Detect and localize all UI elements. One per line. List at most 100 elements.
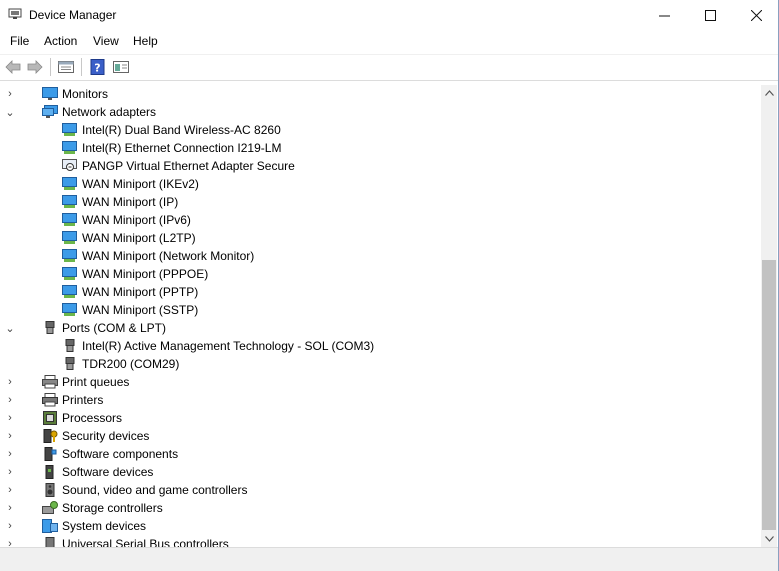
tree-item-label: TDR200 (COM29)	[82, 357, 180, 371]
monitor-icon	[42, 87, 58, 100]
tree-item-label: WAN Miniport (L2TP)	[82, 231, 196, 245]
network-adapter-icon	[62, 249, 77, 262]
menu-help[interactable]: Help	[133, 34, 158, 48]
help-icon[interactable]: ?	[89, 59, 107, 75]
vertical-scrollbar[interactable]	[761, 85, 777, 547]
chevron-right-icon[interactable]: ›	[4, 502, 16, 514]
close-button[interactable]	[733, 0, 779, 31]
port-icon	[65, 357, 75, 370]
tree-item-label: WAN Miniport (SSTP)	[82, 303, 199, 317]
tree-item-network-adapter[interactable]: Intel(R) Ethernet Connection I219-LM	[62, 139, 281, 157]
tree-item-network-adapter[interactable]: WAN Miniport (PPTP)	[62, 283, 198, 301]
window-title: Device Manager	[29, 8, 117, 22]
network-adapter-icon	[62, 141, 77, 154]
chevron-right-icon[interactable]: ›	[4, 484, 16, 496]
minimize-button[interactable]	[641, 0, 687, 31]
tree-item-sound-video-game[interactable]: › Sound, video and game controllers	[8, 481, 248, 499]
tree-item-network-adapter[interactable]: WAN Miniport (IKEv2)	[62, 175, 199, 193]
chevron-down-icon[interactable]: ⌄	[4, 106, 16, 119]
menu-bar: File Action View Help	[0, 31, 778, 53]
chevron-right-icon[interactable]: ›	[4, 412, 16, 424]
speaker-icon	[45, 483, 55, 497]
properties-icon[interactable]	[57, 59, 75, 75]
tree-item-network-adapter[interactable]: Intel(R) Dual Band Wireless-AC 8260	[62, 121, 281, 139]
toolbar-separator	[50, 58, 51, 76]
status-bar	[0, 547, 778, 571]
network-adapter-icon	[62, 123, 77, 136]
toolbar: ?	[0, 54, 778, 81]
tree-item-storage-controllers[interactable]: › Storage controllers	[8, 499, 163, 517]
tree-item-software-components[interactable]: › Software components	[8, 445, 179, 463]
tree-item-port[interactable]: TDR200 (COM29)	[62, 355, 179, 373]
menu-action[interactable]: Action	[44, 34, 77, 48]
title-bar[interactable]: Device Manager	[0, 0, 778, 31]
network-adapter-icon	[42, 105, 58, 118]
chevron-down-icon[interactable]: ⌄	[4, 322, 16, 335]
network-adapter-icon	[62, 195, 77, 208]
tree-item-port[interactable]: Intel(R) Active Management Technology - …	[62, 337, 374, 355]
tree-item-network-adapter[interactable]: WAN Miniport (Network Monitor)	[62, 247, 254, 265]
tree-item-label: PANGP Virtual Ethernet Adapter Secure	[82, 159, 295, 173]
scroll-up-button[interactable]	[761, 85, 777, 101]
chevron-right-icon[interactable]: ›	[4, 466, 16, 478]
tree-item-label: Software devices	[62, 465, 154, 479]
tree-item-ports[interactable]: ⌄ Ports (COM & LPT)	[5, 319, 166, 337]
tree-item-network-adapter[interactable]: WAN Miniport (IPv6)	[62, 211, 191, 229]
maximize-button[interactable]	[687, 0, 733, 31]
tree-item-label: Security devices	[62, 429, 150, 443]
tree-item-label: Intel(R) Active Management Technology - …	[82, 339, 375, 353]
tree-item-label: Processors	[62, 411, 123, 425]
svg-text:?: ?	[94, 62, 100, 75]
network-adapter-icon	[62, 177, 77, 190]
tree-item-network-adapter[interactable]: WAN Miniport (L2TP)	[62, 229, 196, 247]
tree-item-monitors[interactable]: › Monitors	[8, 85, 109, 103]
tree-item-label: Monitors	[62, 87, 109, 101]
device-tree: › Monitors ⌄ Network adapters Intel(R) D…	[0, 85, 760, 547]
forward-icon[interactable]	[26, 59, 44, 75]
chevron-down-icon	[764, 536, 774, 542]
tree-item-usb-controllers[interactable]: › Universal Serial Bus controllers	[8, 535, 229, 547]
tree-item-label: Print queues	[62, 375, 130, 389]
security-device-icon	[43, 429, 58, 443]
tree-item-network-adapters[interactable]: ⌄ Network adapters	[5, 103, 156, 121]
printer-icon	[42, 375, 58, 389]
network-adapter-icon	[62, 285, 77, 298]
tree-item-print-queues[interactable]: › Print queues	[8, 373, 130, 391]
chevron-right-icon[interactable]: ›	[4, 376, 16, 388]
maximize-icon	[704, 10, 716, 21]
tree-item-security-devices[interactable]: › Security devices	[8, 427, 150, 445]
tree-item-label: Storage controllers	[62, 501, 163, 515]
chevron-right-icon[interactable]: ›	[4, 88, 16, 100]
tree-item-software-devices[interactable]: › Software devices	[8, 463, 154, 481]
tree-item-label: Software components	[62, 447, 179, 461]
tree-item-label: WAN Miniport (IPv6)	[82, 213, 191, 227]
minimize-icon	[658, 15, 670, 17]
chevron-right-icon[interactable]: ›	[4, 538, 16, 547]
tree-item-label: WAN Miniport (PPPOE)	[82, 267, 209, 281]
tree-item-label: WAN Miniport (PPTP)	[82, 285, 199, 299]
tree-item-label: Sound, video and game controllers	[62, 483, 248, 497]
tree-item-label: WAN Miniport (IP)	[82, 195, 179, 209]
back-icon[interactable]	[4, 59, 22, 75]
tree-item-system-devices[interactable]: › System devices	[8, 517, 146, 535]
show-hide-icon[interactable]	[112, 59, 130, 75]
chevron-up-icon	[764, 90, 774, 96]
tree-item-network-adapter[interactable]: WAN Miniport (IP)	[62, 193, 178, 211]
chevron-right-icon[interactable]: ›	[4, 394, 16, 406]
tree-item-network-adapter[interactable]: PANGP Virtual Ethernet Adapter Secure	[62, 157, 295, 175]
chevron-right-icon[interactable]: ›	[4, 430, 16, 442]
tree-item-network-adapter[interactable]: WAN Miniport (SSTP)	[62, 301, 198, 319]
chevron-right-icon[interactable]: ›	[4, 448, 16, 460]
port-icon	[45, 321, 55, 334]
chevron-right-icon[interactable]: ›	[4, 520, 16, 532]
tree-item-network-adapter[interactable]: WAN Miniport (PPPOE)	[62, 265, 208, 283]
tree-item-printers[interactable]: › Printers	[8, 391, 103, 409]
menu-view[interactable]: View	[93, 34, 119, 48]
device-manager-window: Device Manager File Action View Help ? ›…	[0, 0, 779, 571]
scroll-thumb[interactable]	[762, 260, 776, 530]
menu-file[interactable]: File	[10, 34, 29, 48]
scroll-down-button[interactable]	[761, 531, 777, 547]
network-adapter-icon	[62, 267, 77, 280]
tree-item-label: Universal Serial Bus controllers	[62, 537, 229, 547]
tree-item-processors[interactable]: › Processors	[8, 409, 123, 427]
